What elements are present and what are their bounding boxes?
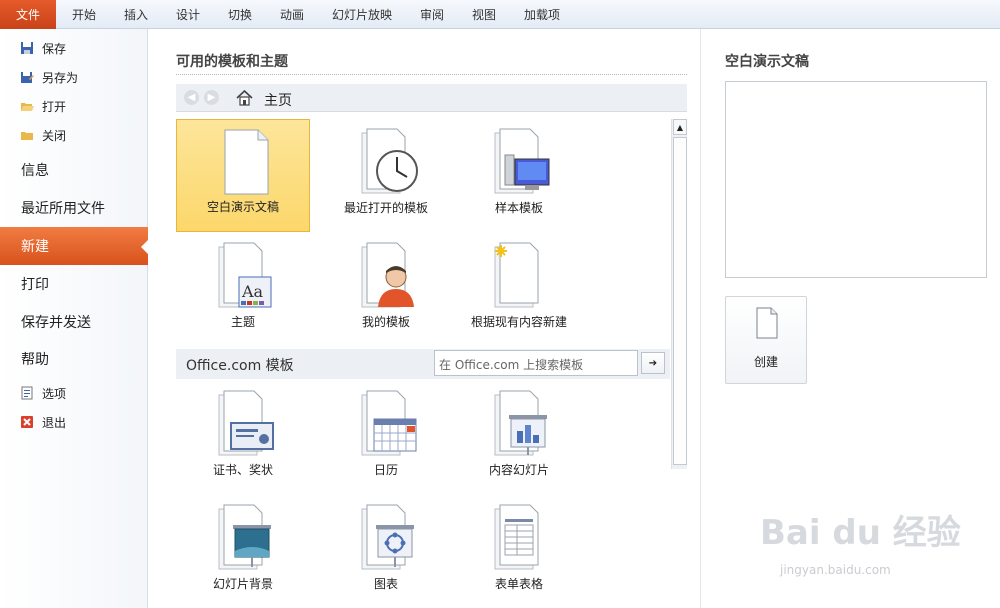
baidu-watermark-url: jingyan.baidu.com bbox=[780, 563, 891, 577]
ribbon-tab-bar: 文件 开始 插入 设计 切换 动画 幻灯片放映 审阅 视图 加载项 bbox=[0, 0, 1000, 29]
nav-save-label: 保存 bbox=[42, 41, 67, 56]
tile-sample-templates[interactable]: 样本模板 bbox=[452, 119, 586, 232]
gallery-navbar: ◀ ▶ 主页 bbox=[176, 84, 687, 112]
gallery-title: 可用的模板和主题 bbox=[176, 54, 288, 70]
template-gallery-panel: 可用的模板和主题 ◀ ▶ 主页 空白演示文稿 最近打开的模板 样本模板 Aa 主… bbox=[149, 29, 699, 608]
tab-view[interactable]: 视图 bbox=[472, 0, 496, 29]
nav-print[interactable]: 打印 bbox=[0, 265, 148, 303]
template-preview bbox=[725, 81, 987, 278]
tile-recent-templates[interactable]: 最近打开的模板 bbox=[319, 119, 453, 232]
office-search-input[interactable]: 在 Office.com 上搜索模板 bbox=[434, 350, 638, 376]
nav-options-label: 选项 bbox=[42, 386, 67, 401]
tab-addins[interactable]: 加载项 bbox=[524, 0, 560, 29]
save-as-icon bbox=[21, 72, 34, 83]
tile-slide-backgrounds[interactable]: 幻灯片背景 bbox=[176, 495, 310, 608]
slide-background-icon bbox=[218, 504, 271, 570]
baidu-watermark-logo: Bai du 经验 bbox=[760, 513, 961, 553]
home-icon[interactable] bbox=[236, 89, 253, 106]
content-slide-icon bbox=[494, 390, 547, 456]
form-table-icon bbox=[494, 504, 539, 570]
nav-open-label: 打开 bbox=[42, 99, 67, 114]
tile-label: 空白演示文稿 bbox=[206, 200, 279, 214]
tile-new-from-existing[interactable]: 根据现有内容新建 bbox=[452, 233, 586, 346]
exit-icon bbox=[21, 416, 33, 428]
nav-exit-label: 退出 bbox=[42, 415, 67, 430]
folder-open-icon bbox=[21, 103, 34, 111]
nav-options[interactable]: 选项 bbox=[20, 381, 66, 405]
new-from-existing-icon bbox=[494, 242, 539, 308]
tile-label: 图表 bbox=[373, 577, 398, 591]
clock-document-icon bbox=[361, 128, 418, 194]
scroll-up-arrow-icon[interactable]: ▲ bbox=[673, 119, 687, 135]
certificate-icon bbox=[218, 390, 274, 456]
tab-design[interactable]: 设计 bbox=[176, 0, 200, 29]
sample-template-icon bbox=[494, 128, 550, 194]
nav-save-as[interactable]: 另存为 bbox=[20, 65, 78, 89]
tile-calendars[interactable]: 日历 bbox=[319, 381, 453, 494]
nav-save[interactable]: 保存 bbox=[20, 36, 66, 60]
gallery-scrollbar[interactable]: ▲ bbox=[671, 119, 687, 469]
calendar-icon bbox=[361, 390, 417, 456]
folder-close-icon bbox=[21, 132, 33, 140]
blank-document-icon bbox=[224, 129, 269, 195]
tile-label: 证书、奖状 bbox=[212, 463, 273, 477]
backstage-nav: 保存 另存为 打开 关闭 信息 最近所用文件 新建 打印 保存并发送 帮助 选项… bbox=[0, 29, 149, 608]
nav-exit[interactable]: 退出 bbox=[20, 410, 66, 434]
create-button[interactable]: 创建 bbox=[725, 296, 807, 384]
title-divider bbox=[176, 74, 687, 75]
forward-arrow-icon[interactable]: ▶ bbox=[204, 90, 219, 105]
svg-text:Aa: Aa bbox=[241, 282, 264, 301]
tab-transitions[interactable]: 切换 bbox=[228, 0, 252, 29]
tab-review[interactable]: 审阅 bbox=[420, 0, 444, 29]
tab-insert[interactable]: 插入 bbox=[124, 0, 148, 29]
nav-info[interactable]: 信息 bbox=[0, 151, 148, 189]
user-document-icon bbox=[361, 242, 414, 308]
nav-save-send[interactable]: 保存并发送 bbox=[0, 303, 148, 341]
office-section-title: Office.com 模板 bbox=[186, 358, 294, 374]
nav-save-as-label: 另存为 bbox=[42, 70, 79, 85]
search-go-button[interactable]: ➔ bbox=[641, 352, 665, 374]
tile-label: 根据现有内容新建 bbox=[470, 315, 567, 329]
scroll-thumb[interactable] bbox=[673, 137, 687, 465]
create-label: 创建 bbox=[753, 355, 778, 369]
back-arrow-icon[interactable]: ◀ bbox=[184, 90, 199, 105]
diagram-icon bbox=[361, 504, 414, 570]
tile-forms[interactable]: 表单表格 bbox=[452, 495, 586, 608]
tab-home[interactable]: 开始 bbox=[72, 0, 96, 29]
tile-label: 最近打开的模板 bbox=[343, 201, 428, 215]
tile-label: 样本模板 bbox=[494, 201, 543, 215]
tile-my-templates[interactable]: 我的模板 bbox=[319, 233, 453, 346]
tile-label: 日历 bbox=[373, 463, 398, 477]
theme-icon: Aa bbox=[218, 242, 272, 308]
breadcrumb-home[interactable]: 主页 bbox=[264, 90, 292, 110]
tile-diagrams[interactable]: 图表 bbox=[319, 495, 453, 608]
nav-close[interactable]: 关闭 bbox=[20, 123, 66, 147]
tab-file[interactable]: 文件 bbox=[0, 0, 56, 29]
nav-new[interactable]: 新建 bbox=[0, 227, 149, 265]
tab-animations[interactable]: 动画 bbox=[280, 0, 304, 29]
nav-help[interactable]: 帮助 bbox=[0, 340, 148, 378]
tile-label: 内容幻灯片 bbox=[488, 463, 549, 477]
save-icon bbox=[21, 42, 33, 54]
tile-label: 主题 bbox=[230, 315, 255, 329]
tile-blank-presentation[interactable]: 空白演示文稿 bbox=[176, 119, 310, 232]
tile-themes[interactable]: Aa 主题 bbox=[176, 233, 310, 346]
tile-label: 表单表格 bbox=[494, 577, 543, 591]
nav-open[interactable]: 打开 bbox=[20, 94, 66, 118]
options-icon bbox=[21, 386, 33, 400]
nav-recent[interactable]: 最近所用文件 bbox=[0, 189, 148, 227]
tile-content-slides[interactable]: 内容幻灯片 bbox=[452, 381, 586, 494]
tile-label: 我的模板 bbox=[361, 315, 410, 329]
tile-certificates[interactable]: 证书、奖状 bbox=[176, 381, 310, 494]
tab-slideshow[interactable]: 幻灯片放映 bbox=[332, 0, 392, 29]
blank-document-icon bbox=[756, 307, 778, 339]
nav-close-label: 关闭 bbox=[42, 128, 67, 143]
tile-label: 幻灯片背景 bbox=[212, 577, 273, 591]
preview-title: 空白演示文稿 bbox=[725, 54, 809, 70]
